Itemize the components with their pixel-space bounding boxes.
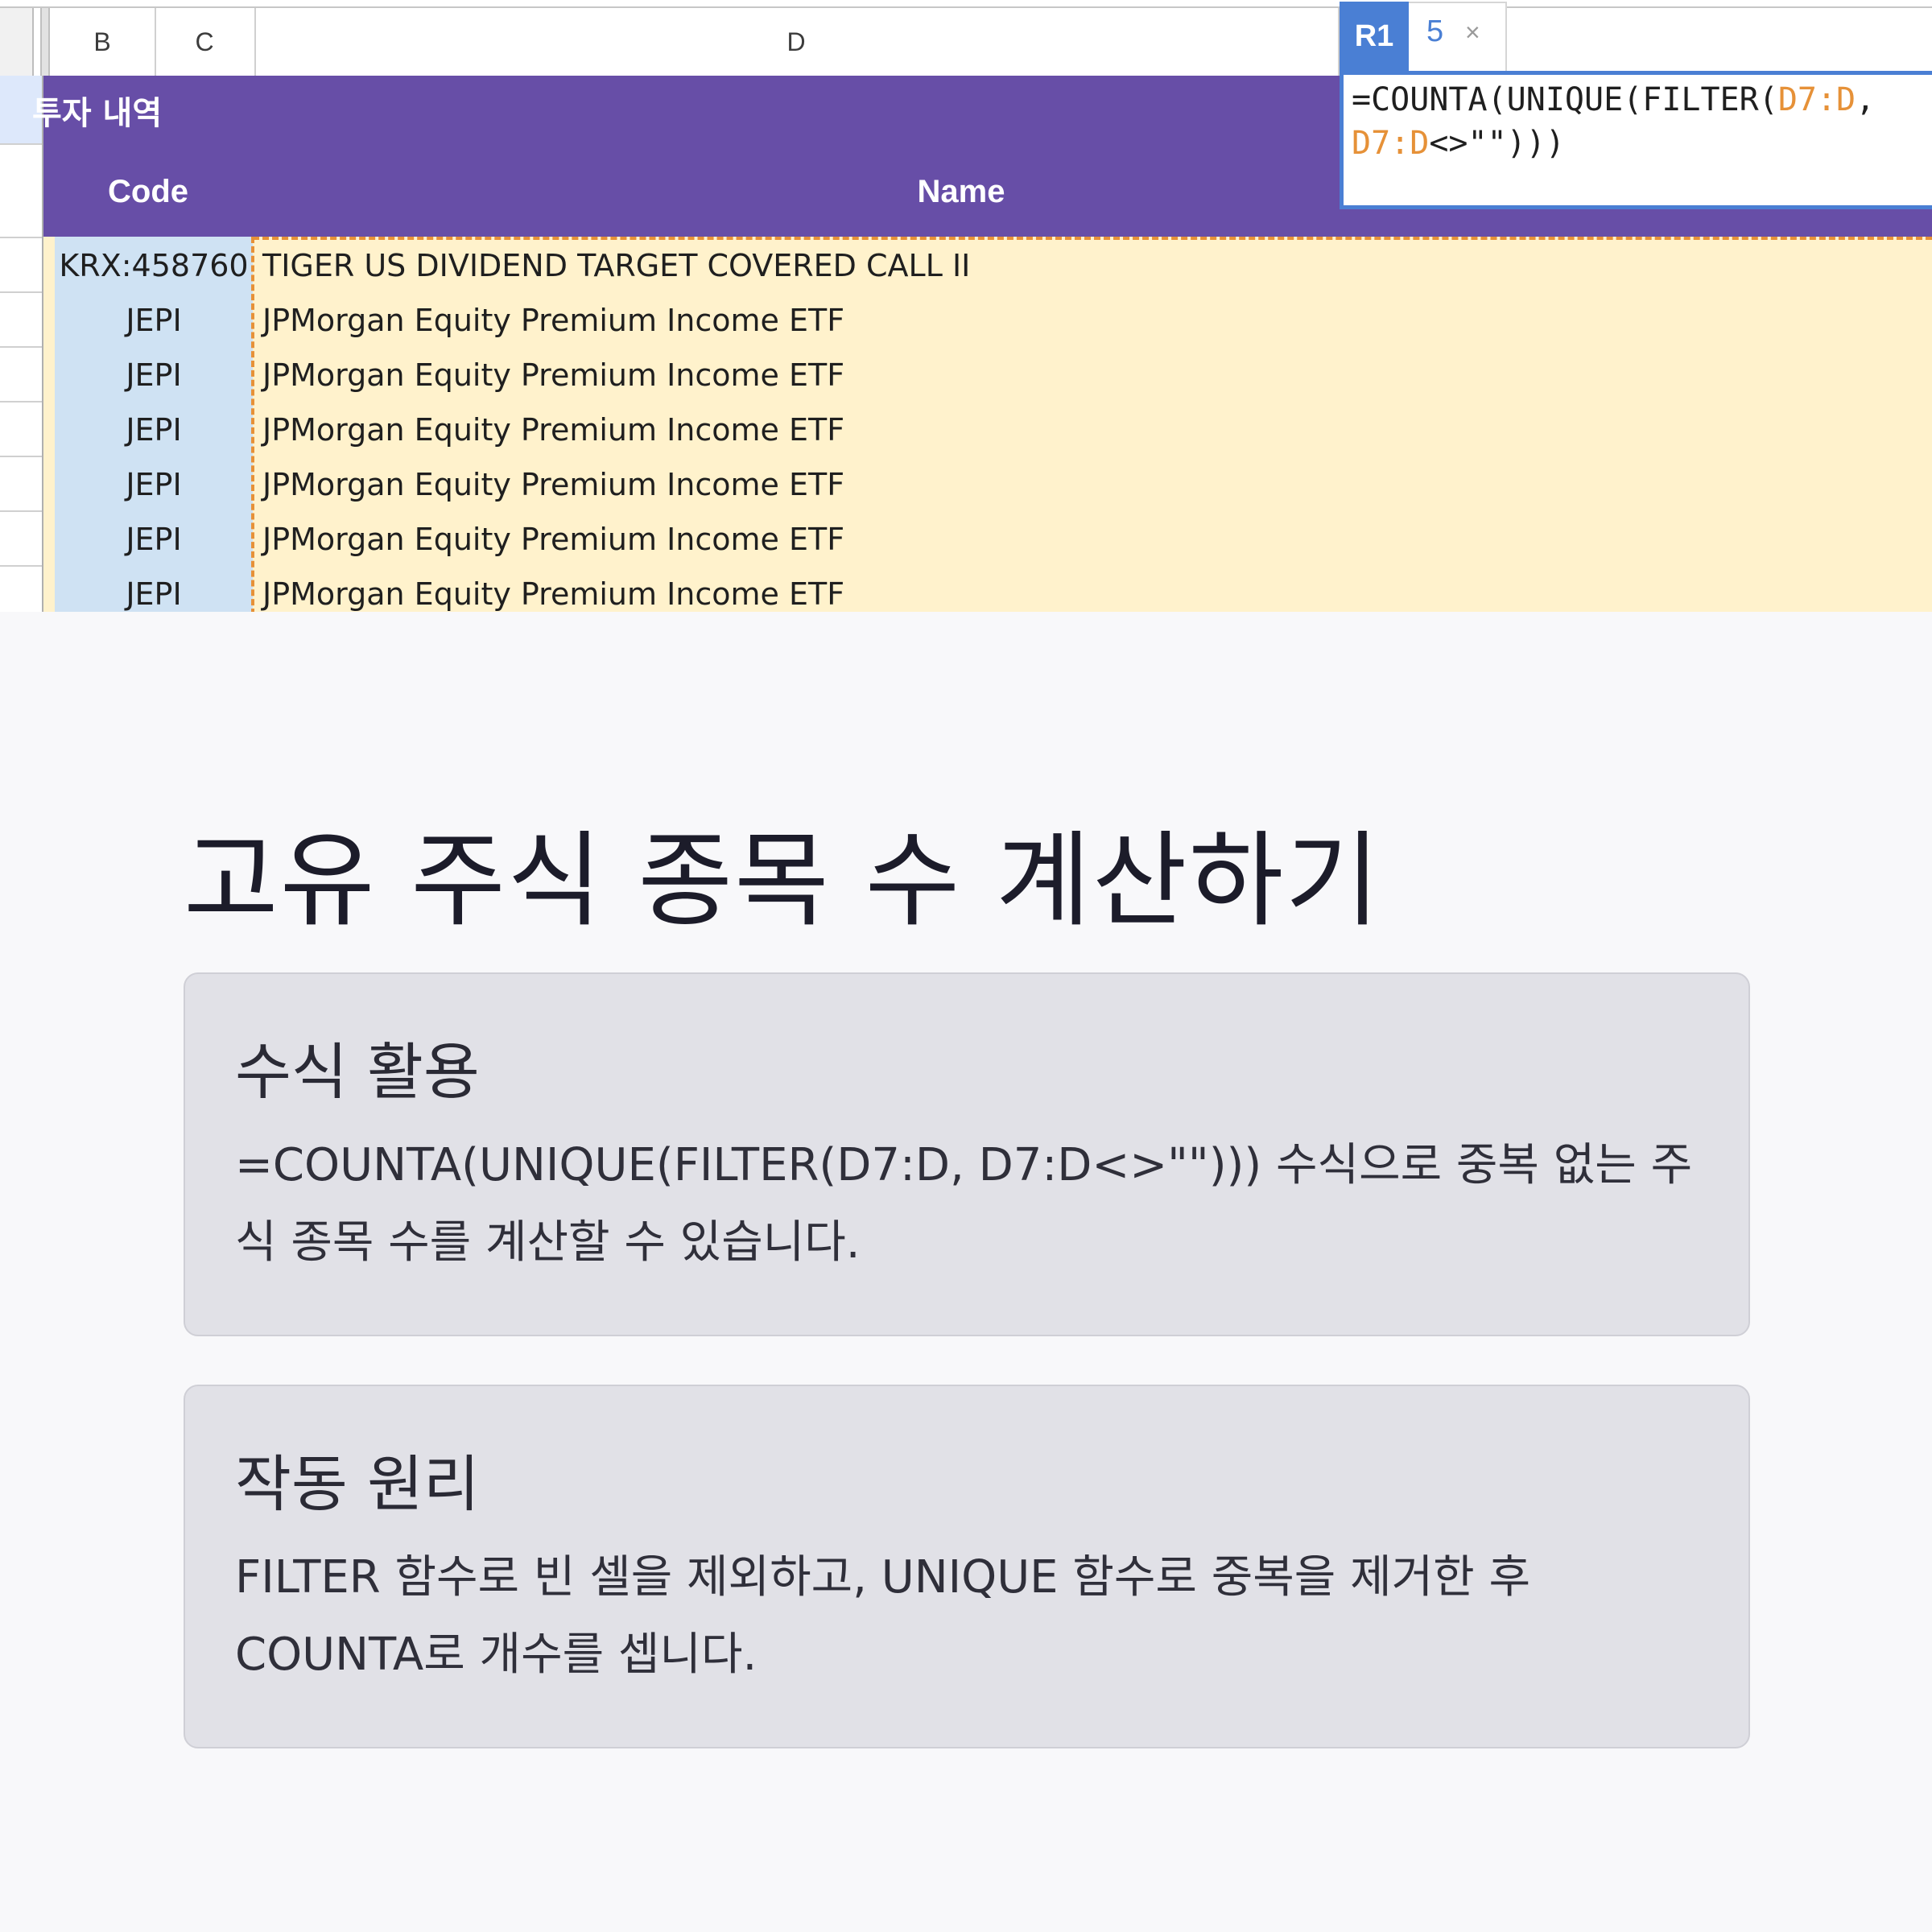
formula-range-ref: D7:D (1352, 125, 1430, 162)
cell-name[interactable]: JPMorgan Equity Premium Income ETF (262, 457, 844, 512)
table-row: JEPI JPMorgan Equity Premium Income ETF (0, 402, 1932, 457)
close-icon[interactable]: × (1465, 18, 1480, 47)
cell-name[interactable]: JPMorgan Equity Premium Income ETF (262, 348, 844, 402)
table-row: JEPI JPMorgan Equity Premium Income ETF (0, 457, 1932, 512)
card-heading: 수식 활용 (235, 1036, 480, 1108)
cell-name[interactable]: JPMorgan Equity Premium Income ETF (262, 567, 844, 612)
column-header-row: B C D (0, 6, 1932, 77)
cell-code[interactable]: JEPI (55, 348, 253, 402)
cell-name[interactable]: JPMorgan Equity Premium Income ETF (262, 293, 844, 348)
cell-code[interactable]: JEPI (55, 512, 253, 567)
table-row: JEPI JPMorgan Equity Premium Income ETF (0, 348, 1932, 402)
page-title: 고유 주식 종목 수 계산하기 (184, 821, 1382, 941)
column-header-c[interactable]: C (155, 8, 256, 76)
sheet-title[interactable]: 투자 내역 (32, 87, 162, 134)
table-row: JEPI JPMorgan Equity Premium Income ETF (0, 567, 1932, 612)
table-row: JEPI JPMorgan Equity Premium Income ETF (0, 293, 1932, 348)
info-card-how-it-works: 작동 원리 FILTER 함수로 빈 셀을 제외하고, UNIQUE 함수로 중… (184, 1385, 1750, 1748)
result-value: 5 (1426, 14, 1444, 48)
header-code[interactable]: Code (43, 174, 253, 210)
formula-text[interactable]: =COUNTA(UNIQUE(FILTER(D7:D, D7:D<>""))) (1352, 78, 1875, 165)
info-card-formula: 수식 활용 =COUNTA(UNIQUE(FILTER(D7:D, D7:D<>… (184, 972, 1750, 1336)
cell-name[interactable]: JPMorgan Equity Premium Income ETF (262, 402, 844, 457)
cell-name[interactable]: TIGER US DIVIDEND TARGET COVERED CALL II (262, 238, 970, 293)
spreadsheet-screenshot: B C D 투자 내역 Code Name KRX:458760 TIGER U… (0, 0, 1932, 612)
formula-part: =COUNTA(UNIQUE(FILTER( (1352, 81, 1778, 118)
card-body: =COUNTA(UNIQUE(FILTER(D7:D, D7:D<>""))) … (235, 1139, 1693, 1269)
formula-range-ref: D7:D (1777, 81, 1856, 118)
frozen-divider-handle[interactable] (40, 8, 50, 76)
cell-code[interactable]: JEPI (55, 457, 253, 512)
select-all-corner[interactable] (0, 8, 34, 76)
formula-part: <>""))) (1429, 125, 1565, 162)
card-heading: 작동 원리 (235, 1448, 480, 1520)
column-header-d[interactable]: D (254, 8, 1340, 76)
formula-result-preview: 5 × (1409, 2, 1507, 72)
formula-editor[interactable]: =COUNTA(UNIQUE(FILTER(D7:D, D7:D<>""))) (1340, 71, 1932, 209)
cell-reference-badge: R1 (1340, 2, 1409, 71)
cell-name[interactable]: JPMorgan Equity Premium Income ETF (262, 512, 844, 567)
cell-code[interactable]: JEPI (55, 293, 253, 348)
cell-code[interactable]: JEPI (55, 567, 253, 612)
table-row: JEPI JPMorgan Equity Premium Income ETF (0, 512, 1932, 567)
cell-code[interactable]: KRX:458760 (55, 238, 253, 293)
column-header-b[interactable]: B (50, 8, 156, 76)
card-body: FILTER 함수로 빈 셀을 제외하고, UNIQUE 함수로 중복을 제거한… (235, 1551, 1530, 1681)
formula-part: , (1856, 81, 1876, 118)
table-row: KRX:458760 TIGER US DIVIDEND TARGET COVE… (0, 238, 1932, 293)
cell-code[interactable]: JEPI (55, 402, 253, 457)
row-divider (0, 143, 42, 145)
